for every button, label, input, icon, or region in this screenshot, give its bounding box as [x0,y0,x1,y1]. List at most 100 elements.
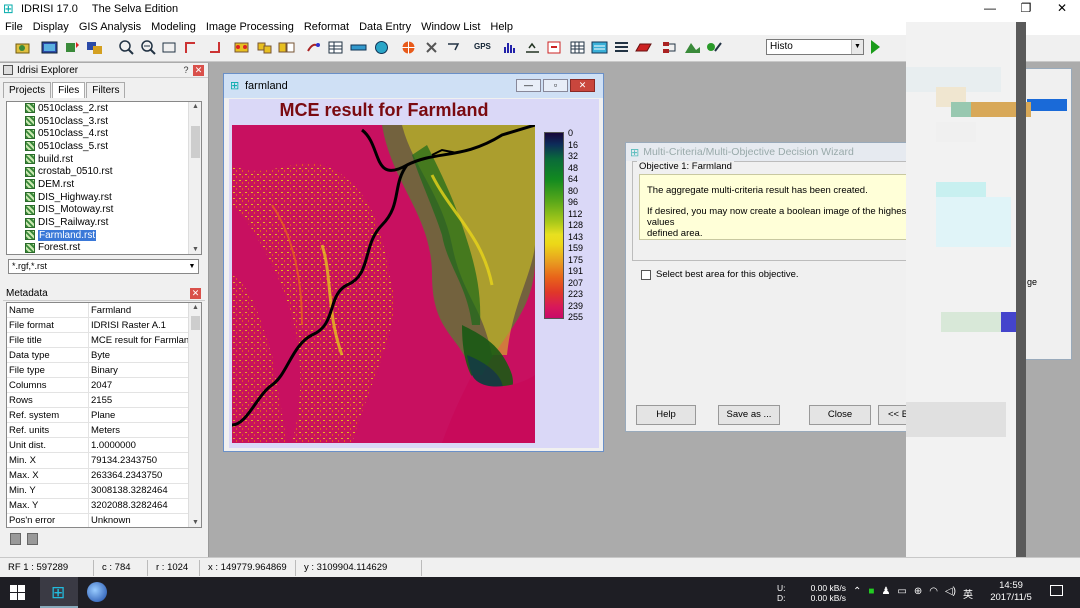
composer-icon[interactable] [64,39,81,56]
metadata-close-button[interactable]: ✕ [190,288,201,299]
back-button[interactable]: << Ba [878,405,907,425]
file-list-item[interactable]: 0510class_3.rst [7,115,201,128]
menu-data-entry[interactable]: Data Entry [354,21,416,33]
table-icon[interactable] [569,39,586,56]
taskbar-clock[interactable]: 14:59 2017/11/5 [985,580,1037,604]
file-list-item[interactable]: DIS_Railway.rst [7,216,201,229]
palette-icon[interactable] [635,39,652,56]
usb-icon[interactable]: ⊕ [914,586,922,601]
help-icon[interactable]: ? [181,65,191,76]
flowchart-icon[interactable] [662,39,679,56]
file-list-item[interactable]: 0510class_2.rst [7,102,201,115]
notification-icon[interactable]: ♟ [881,586,890,601]
menu-modeling[interactable]: Modeling [146,21,201,33]
layer-properties-icon[interactable] [86,39,103,56]
scroll-up-icon[interactable]: ▲ [189,103,201,110]
file-list-item[interactable]: crostab_0510.rst [7,165,201,178]
security-shield-icon[interactable]: ■ [868,586,874,601]
metadata-value[interactable]: 79134.2343750 [89,455,157,466]
tab-files[interactable]: Files [52,82,86,98]
metadata-value[interactable]: 2047 [89,380,112,391]
map-close-button[interactable]: ✕ [570,79,595,92]
query-icon[interactable] [305,39,322,56]
explorer-close-button[interactable]: ✕ [193,65,204,76]
image-calculator-icon[interactable] [591,39,608,56]
menu-window-list[interactable]: Window List [416,21,485,33]
close-button[interactable]: ✕ [1044,0,1080,18]
map-window-titlebar[interactable]: ⊞ farmland — ▫ ✕ [224,74,603,98]
close-dialog-button[interactable]: Close [809,405,871,425]
import-icon[interactable] [446,39,463,56]
map-minimize-button[interactable]: — [516,79,541,92]
globe-icon[interactable] [373,39,390,56]
database-workshop-icon[interactable] [327,39,344,56]
scroll-down-icon[interactable]: ▼ [189,519,201,526]
file-list-item[interactable]: Farmland.rst [7,229,201,242]
edit-vector-icon[interactable] [206,39,223,56]
menu-display[interactable]: Display [28,21,74,33]
metadata-value[interactable]: 1.0000000 [89,440,136,451]
tab-filters[interactable]: Filters [86,82,126,98]
metadata-value[interactable]: Plane [89,410,115,421]
file-list-item[interactable]: DIS_Highway.rst [7,191,201,204]
module-select[interactable]: Histo ▼ [766,39,864,55]
measure-icon[interactable] [350,39,367,56]
taskbar-idrisi-button[interactable]: ⊞ [40,577,78,608]
map-maximize-button[interactable]: ▫ [543,79,568,92]
metadata-value[interactable]: IDRISI Raster A.1 [89,320,166,331]
windows-start-icon[interactable] [10,585,25,600]
chevron-up-icon[interactable]: ⌃ [853,586,861,601]
battery-icon[interactable]: ▭ [897,586,906,601]
gps-icon[interactable]: GPS [473,39,493,56]
metadata-value[interactable]: Binary [89,365,118,376]
scroll-up-icon[interactable]: ▲ [189,304,201,311]
action-center-icon[interactable] [1050,585,1063,596]
wifi-icon[interactable]: ◠ [929,586,938,601]
scroll-down-icon[interactable]: ▼ [189,246,201,253]
save-as-button[interactable]: Save as ... [718,405,780,425]
zoom-window-icon[interactable] [161,39,178,56]
file-list-scrollbar[interactable]: ▲ ▼ [188,102,201,254]
digitize-icon[interactable] [182,39,199,56]
minimize-button[interactable]: — [972,0,1008,18]
file-list-item[interactable]: DIS_Motoway.rst [7,204,201,217]
metadata-save-icon[interactable] [10,533,21,545]
menu-reformat[interactable]: Reformat [299,21,354,33]
chevron-down-icon[interactable]: ▼ [186,260,198,273]
mce-raster-image[interactable] [232,125,535,443]
tab-projects[interactable]: Projects [3,82,52,98]
reclass-icon[interactable] [278,39,295,56]
metadata-value[interactable]: Unknown [89,515,131,526]
metadata-value[interactable]: 2155 [89,395,112,406]
run-play-icon[interactable] [871,40,880,54]
metadata-value[interactable]: 3202088.3282464 [89,500,168,511]
file-list-item[interactable]: DEM.rst [7,178,201,191]
tools-icon[interactable] [423,39,440,56]
profile-icon[interactable] [524,39,541,56]
metadata-revert-icon[interactable] [27,533,38,545]
zoom-out-icon[interactable] [140,39,157,56]
volume-icon[interactable]: ◁) [945,586,956,601]
metadata-value[interactable]: Byte [89,350,110,361]
file-list-item[interactable]: 0510class_5.rst [7,140,201,153]
open-project-icon[interactable] [14,39,31,56]
wizard-titlebar[interactable]: ⊞ Multi-Criteria/Multi-Objective Decisio… [626,143,907,161]
maximize-button[interactable]: ❐ [1008,0,1044,18]
help-button[interactable]: Help [636,405,696,425]
histogram-icon[interactable] [502,39,519,56]
menu-help[interactable]: Help [485,21,518,33]
chevron-down-icon[interactable]: ▼ [851,40,863,54]
export-icon[interactable] [546,39,563,56]
menu-file[interactable]: File [0,21,28,33]
select-best-area-checkbox[interactable] [641,269,651,280]
overlay-icon[interactable] [256,39,273,56]
taskbar-browser-button[interactable] [87,582,107,602]
metadata-value[interactable]: Meters [89,425,120,436]
metadata-value[interactable]: Farmland [89,305,131,316]
file-filter-select[interactable]: *.rgf,*.rst ▼ [8,259,199,274]
metadata-value[interactable]: 263364.2343750 [89,470,162,481]
scroll-thumb[interactable] [191,126,200,158]
explorer-pin-icon[interactable] [3,65,13,75]
ime-indicator[interactable]: 英 [963,586,973,601]
file-list-item[interactable]: 0510class_4.rst [7,127,201,140]
